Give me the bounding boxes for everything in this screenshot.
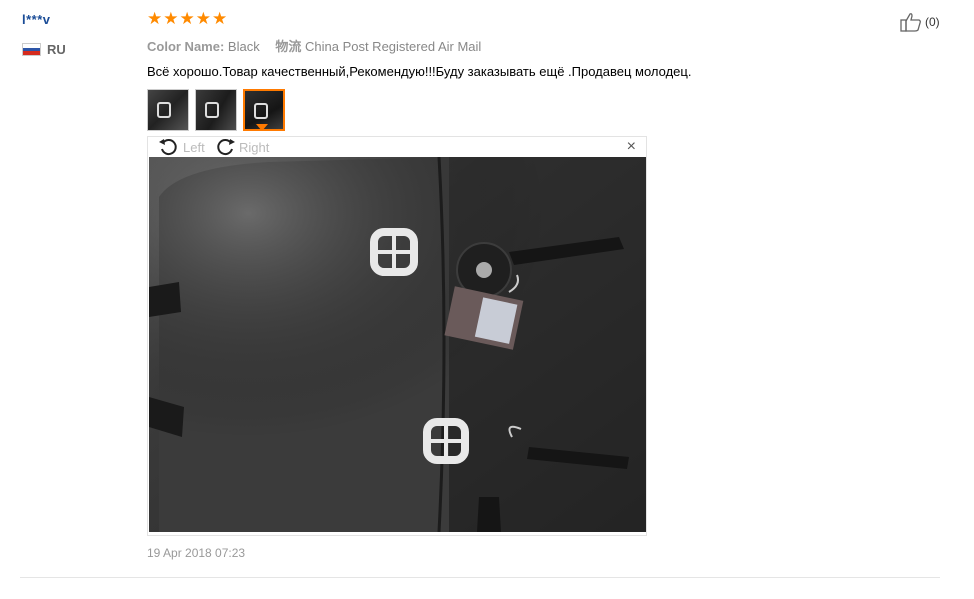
- helpful-count: (0): [925, 15, 940, 29]
- photo-thumbnail[interactable]: [195, 89, 237, 131]
- reviewer-country: RU: [22, 42, 132, 57]
- helpful-button[interactable]: (0): [900, 12, 940, 32]
- star-icon: ★: [179, 9, 195, 28]
- review-text: Всё хорошо.Товар качественный,Рекомендую…: [147, 64, 692, 79]
- rotate-left-button[interactable]: Left: [158, 137, 205, 157]
- shipping-label: 物流: [275, 39, 302, 54]
- star-icon: ★: [163, 9, 179, 28]
- selected-thumb-pointer: [256, 124, 268, 131]
- country-code: RU: [47, 42, 66, 57]
- shipping-value: China Post Registered Air Mail: [304, 39, 482, 54]
- rotate-left-icon: [159, 139, 177, 156]
- rotate-right-label: Right: [239, 139, 270, 155]
- review-divider: [20, 577, 940, 578]
- reviewer-name: l***v: [22, 12, 51, 27]
- color-label: Color Name:: [147, 39, 225, 54]
- seat-cover-photo: [149, 157, 646, 532]
- photo-viewer: Left Right ×: [147, 136, 647, 536]
- rotate-right-button[interactable]: Right: [214, 137, 269, 157]
- color-value: Black: [227, 39, 260, 54]
- review-body: ★ ★ ★ ★ ★ Color Name: Black 物流 China Pos…: [147, 10, 947, 131]
- rotate-left-label: Left: [183, 139, 205, 155]
- rotate-right-icon: [217, 139, 235, 156]
- star-icon: ★: [195, 9, 211, 28]
- close-viewer-button[interactable]: ×: [627, 139, 636, 155]
- order-info: Color Name: Black 物流 China Post Register…: [147, 36, 947, 55]
- russia-flag-icon: [22, 43, 41, 56]
- thumbs-up-icon: [900, 13, 921, 32]
- star-icon: ★: [212, 9, 228, 28]
- photo-thumbnail[interactable]: [147, 89, 189, 131]
- star-icon: ★: [147, 9, 163, 28]
- review-date: 19 Apr 2018 07:23: [147, 546, 246, 560]
- reviewer-info: l***v RU: [22, 12, 132, 57]
- viewer-toolbar: Left Right ×: [148, 137, 646, 157]
- review-photo: [149, 157, 646, 532]
- star-rating: ★ ★ ★ ★ ★: [147, 10, 947, 28]
